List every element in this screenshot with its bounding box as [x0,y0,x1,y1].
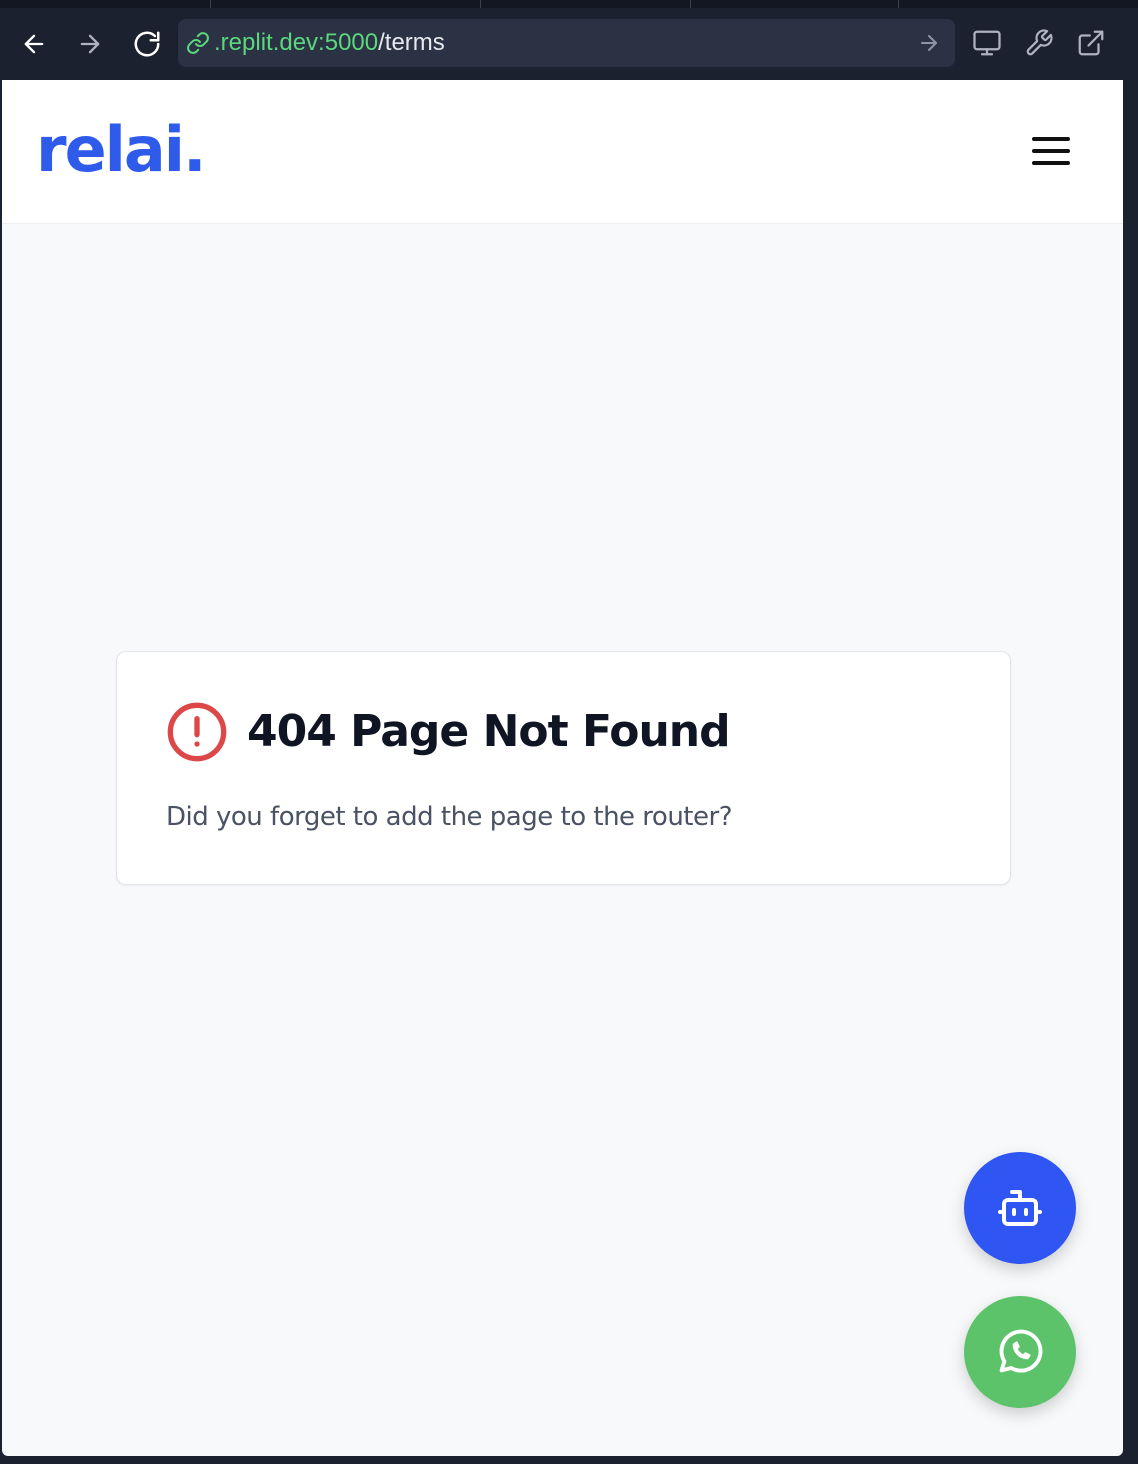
monitor-icon [973,30,1001,56]
alert-circle-icon [167,702,227,762]
site-header: relai. [2,80,1123,224]
tab-strip [0,0,1138,8]
tab-divider [480,0,481,8]
hamburger-line [1032,161,1070,165]
hamburger-menu-icon [1032,137,1070,141]
menu-button[interactable] [1032,136,1070,166]
url-bar[interactable]: .replit.dev:5000/terms [178,19,955,67]
url-path: /terms [378,29,445,56]
tab-divider [210,0,211,8]
forward-button[interactable] [70,24,110,64]
arrow-right-icon [80,34,100,54]
link-icon [187,32,209,54]
site-logo[interactable]: relai. [36,112,207,188]
bot-icon [998,1190,1042,1226]
open-external-button[interactable] [1074,26,1108,60]
whatsapp-icon [999,1329,1043,1373]
back-button[interactable] [14,24,54,64]
external-link-icon [1078,30,1104,56]
error-message: Did you forget to add the page to the ro… [166,802,733,832]
arrow-left-icon [24,34,44,54]
browser-toolbar: .replit.dev:5000/terms [0,0,1138,80]
error-title: 404 Page Not Found [247,706,731,757]
url-text[interactable]: .replit.dev:5000/terms [214,29,445,57]
whatsapp-button[interactable] [964,1296,1076,1408]
chatbot-button[interactable] [964,1152,1076,1264]
wrench-icon [1026,29,1053,56]
tab-divider [898,0,899,8]
reload-icon [134,31,160,57]
go-arrow-icon[interactable] [917,31,941,55]
tab-divider [690,0,691,8]
reload-button[interactable] [127,24,167,64]
not-found-card: 404 Page Not Found Did you forget to add… [116,651,1011,885]
hamburger-line [1032,149,1070,153]
url-host: .replit.dev:5000 [214,29,379,56]
page-viewport: relai. 404 Page Not Found Did you forget… [2,80,1123,1456]
device-preview-button[interactable] [970,26,1004,60]
devtools-button[interactable] [1022,26,1056,60]
